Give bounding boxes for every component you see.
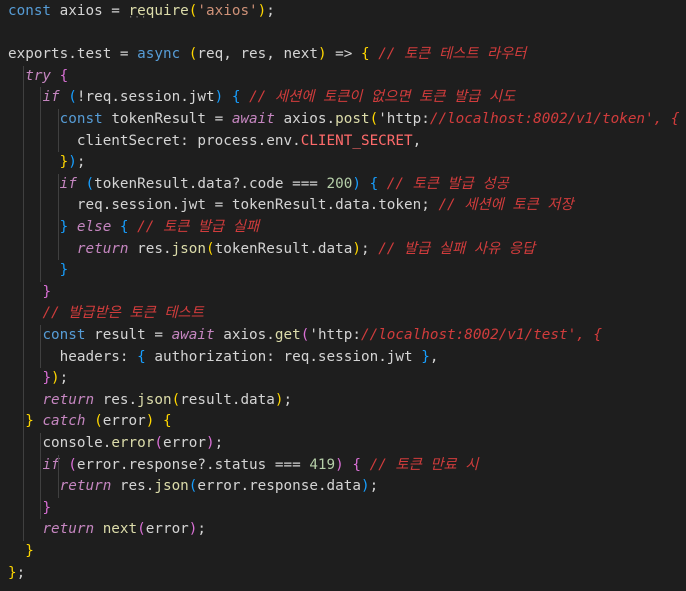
code-line[interactable]: } catch (error) { — [8, 411, 171, 433]
indent-guide — [40, 433, 42, 520]
code-line[interactable]: } — [8, 541, 34, 563]
code-line[interactable]: return res.json(error.response.data); — [8, 476, 379, 498]
indent-guide — [40, 325, 42, 369]
code-line[interactable]: } — [8, 282, 51, 304]
indent-guide — [57, 454, 59, 498]
code-line[interactable]: const tokenResult = await axios.post('ht… — [8, 109, 680, 131]
code-line[interactable]: const axios = require('axios'); — [8, 1, 275, 23]
code-line[interactable]: return next(error); — [8, 519, 206, 541]
code-line[interactable]: } else { // 토큰 발급 실패 — [8, 217, 259, 239]
code-line[interactable]: const result = await axios.get('http://l… — [8, 325, 602, 347]
code-line[interactable]: }); — [8, 152, 86, 174]
code-line[interactable]: return res.json(tokenResult.data); // 발급… — [8, 239, 535, 261]
code-line[interactable]: }; — [8, 563, 25, 585]
code-editor[interactable]: ··· const axios = require('axios'); expor… — [0, 0, 686, 591]
code-line[interactable]: if (!req.session.jwt) { // 세션에 토큰이 없으면 토… — [8, 87, 515, 109]
code-line[interactable]: clientSecret: process.env.CLIENT_SECRET, — [8, 131, 421, 153]
indent-guide — [40, 87, 42, 282]
code-line[interactable]: // 발급받은 토큰 테스트 — [8, 303, 203, 325]
code-line[interactable]: } — [8, 260, 69, 282]
code-line[interactable]: return res.json(result.data); — [8, 390, 292, 412]
code-line[interactable]: } — [8, 498, 51, 520]
code-line[interactable]: exports.test = async (req, res, next) =>… — [8, 44, 526, 66]
code-line[interactable]: req.session.jwt = tokenResult.data.token… — [8, 195, 574, 217]
code-line[interactable]: try { — [8, 66, 68, 88]
code-line[interactable]: if (error.response?.status === 419) { //… — [8, 455, 478, 477]
code-line[interactable]: headers: { authorization: req.session.jw… — [8, 347, 439, 369]
indent-guide — [57, 109, 59, 153]
indent-guide — [57, 173, 59, 261]
indent-guide — [23, 65, 25, 541]
code-line[interactable]: }); — [8, 368, 68, 390]
code-line[interactable]: if (tokenResult.data?.code === 200) { //… — [8, 174, 509, 196]
